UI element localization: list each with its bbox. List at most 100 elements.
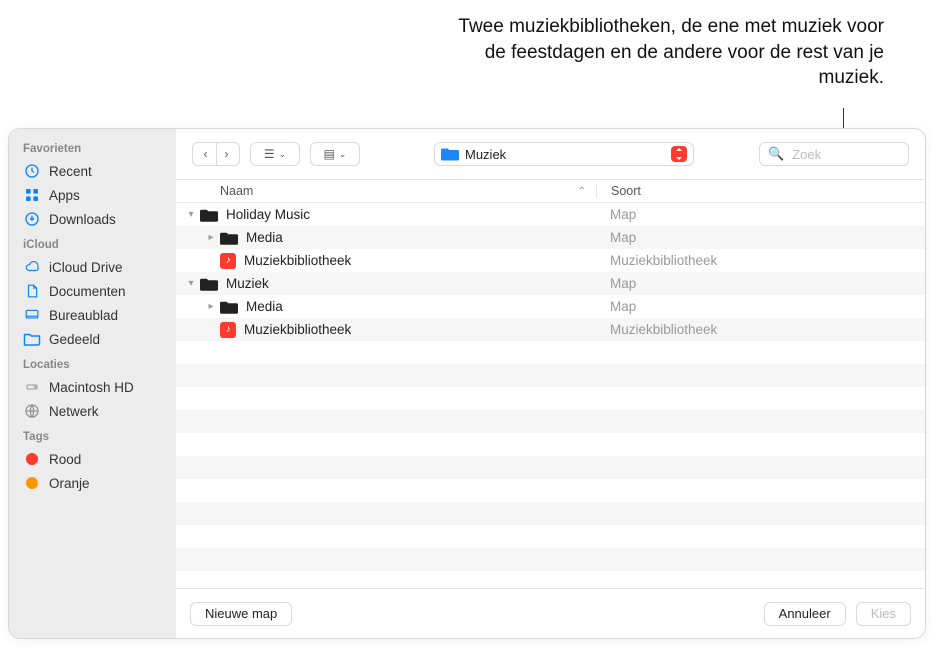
list-view-icon: ☰ — [264, 147, 275, 161]
sidebar-item[interactable]: Rood — [9, 447, 176, 471]
folder-icon — [200, 208, 218, 222]
column-header-kind[interactable]: Soort — [596, 184, 925, 198]
file-name-label: Media — [246, 299, 283, 314]
file-kind-cell: Map — [596, 207, 925, 222]
sidebar-section-title: iCloud — [9, 231, 176, 255]
sort-indicator-icon: ⌃ — [578, 186, 586, 197]
search-icon: 🔍 — [768, 146, 784, 162]
file-name-cell: ▸ Media — [176, 230, 596, 245]
sidebar-item-label: Oranje — [49, 476, 90, 491]
cancel-button[interactable]: Annuleer — [764, 602, 846, 626]
file-name-label: Muziekbibliotheek — [244, 253, 351, 268]
file-row[interactable]: ▾ Muziek Map — [176, 272, 925, 295]
music-library-icon — [220, 253, 236, 269]
disclosure-triangle-icon[interactable]: ▾ — [186, 279, 196, 289]
empty-row — [176, 479, 925, 502]
column-header-name[interactable]: Naam ⌃ — [176, 184, 596, 198]
choose-button[interactable]: Kies — [856, 602, 911, 626]
file-row[interactable]: Muziekbibliotheek Muziekbibliotheek — [176, 318, 925, 341]
document-icon — [23, 282, 41, 300]
empty-row — [176, 525, 925, 548]
sidebar-item[interactable]: Bureaublad — [9, 303, 176, 327]
view-list-button[interactable]: ☰ ⌄ — [250, 142, 300, 166]
choose-label: Kies — [871, 606, 896, 621]
empty-row — [176, 364, 925, 387]
sidebar-item-label: Macintosh HD — [49, 380, 134, 395]
folder-icon — [220, 231, 238, 245]
sidebar-item[interactable]: Apps — [9, 183, 176, 207]
sidebar-item[interactable]: Recent — [9, 159, 176, 183]
disclosure-triangle-icon[interactable]: ▸ — [206, 233, 216, 243]
search-field[interactable]: 🔍 — [759, 142, 909, 166]
file-list[interactable]: ▾ Holiday Music Map ▸ Media Map Muziekbiblioth… — [176, 203, 925, 588]
file-name-cell: ▾ Muziek — [176, 276, 596, 291]
location-popup[interactable]: Muziek — [434, 142, 694, 166]
location-label: Muziek — [465, 147, 665, 162]
sidebar-item-label: Bureaublad — [49, 308, 118, 323]
empty-row — [176, 387, 925, 410]
app-grid-icon — [23, 186, 41, 204]
file-kind-cell: Map — [596, 299, 925, 314]
disclosure-triangle-icon[interactable]: ▾ — [186, 210, 196, 220]
sidebar-item[interactable]: Downloads — [9, 207, 176, 231]
sidebar-item-label: iCloud Drive — [49, 260, 123, 275]
sidebar-item-label: Gedeeld — [49, 332, 100, 347]
sidebar-item-label: Apps — [49, 188, 80, 203]
empty-row — [176, 502, 925, 525]
nav-forward-button[interactable]: › — [216, 143, 237, 165]
file-name-label: Media — [246, 230, 283, 245]
sidebar-item[interactable]: Macintosh HD — [9, 375, 176, 399]
sidebar-section-title: Tags — [9, 423, 176, 447]
sidebar-item-label: Netwerk — [49, 404, 99, 419]
sidebar-item[interactable]: iCloud Drive — [9, 255, 176, 279]
file-row[interactable]: ▾ Holiday Music Map — [176, 203, 925, 226]
clock-icon — [23, 162, 41, 180]
sidebar-item-label: Rood — [49, 452, 81, 467]
file-row[interactable]: ▸ Media Map — [176, 295, 925, 318]
sidebar-item[interactable]: Netwerk — [9, 399, 176, 423]
sidebar-item[interactable]: Gedeeld — [9, 327, 176, 351]
group-by-button[interactable]: ▤ ⌄ — [310, 142, 360, 166]
sidebar-item-label: Documenten — [49, 284, 126, 299]
file-row[interactable]: MuziekbibliotheekMuziekbibliotheek — [176, 249, 925, 272]
music-library-icon — [220, 322, 236, 338]
chevron-down-icon: ⌄ — [339, 149, 347, 160]
search-input[interactable] — [790, 146, 900, 163]
harddrive-icon — [23, 378, 41, 396]
cancel-label: Annuleer — [779, 606, 831, 621]
file-name-label: Muziek — [226, 276, 269, 291]
sidebar-item[interactable]: Oranje — [9, 471, 176, 495]
folder-icon — [200, 277, 218, 291]
column-header-name-label: Naam — [220, 184, 253, 198]
download-icon — [23, 210, 41, 228]
chevron-left-icon: ‹ — [204, 147, 208, 161]
sidebar-item[interactable]: Documenten — [9, 279, 176, 303]
file-kind-cell: Map — [596, 230, 925, 245]
nav-back-forward[interactable]: ‹ › — [192, 142, 240, 166]
tag-dot — [23, 450, 41, 468]
footer-bar: Nieuwe map Annuleer Kies — [176, 588, 925, 638]
sidebar-section-title: Locaties — [9, 351, 176, 375]
finder-open-panel: FavorietenRecent Apps Downloads iCloud iClou… — [8, 128, 926, 639]
chevron-right-icon: › — [225, 147, 229, 161]
main-area: ‹ › ☰ ⌄ ▤ ⌄ Muziek 🔍 — [176, 129, 925, 638]
file-row[interactable]: ▸ Media Map — [176, 226, 925, 249]
new-folder-button[interactable]: Nieuwe map — [190, 602, 292, 626]
disclosure-triangle-icon[interactable]: ▸ — [206, 302, 216, 312]
empty-row — [176, 433, 925, 456]
file-name-label: Muziekbibliotheek — [244, 322, 351, 337]
empty-row — [176, 341, 925, 364]
sidebar-item-label: Downloads — [49, 212, 116, 227]
empty-row — [176, 548, 925, 571]
file-name-cell: ▾ Holiday Music — [176, 207, 596, 222]
nav-back-button[interactable]: ‹ — [196, 143, 216, 165]
file-name-label: Holiday Music — [226, 207, 310, 222]
file-kind-cell: Muziekbibliotheek — [596, 322, 925, 337]
sidebar: FavorietenRecent Apps Downloads iCloud iClou… — [9, 129, 176, 638]
folder-icon — [441, 147, 459, 161]
empty-row — [176, 456, 925, 479]
file-kind-cell: Map — [596, 276, 925, 291]
folder-icon — [220, 300, 238, 314]
sidebar-section-title: Favorieten — [9, 135, 176, 159]
toolbar: ‹ › ☰ ⌄ ▤ ⌄ Muziek 🔍 — [176, 129, 925, 179]
